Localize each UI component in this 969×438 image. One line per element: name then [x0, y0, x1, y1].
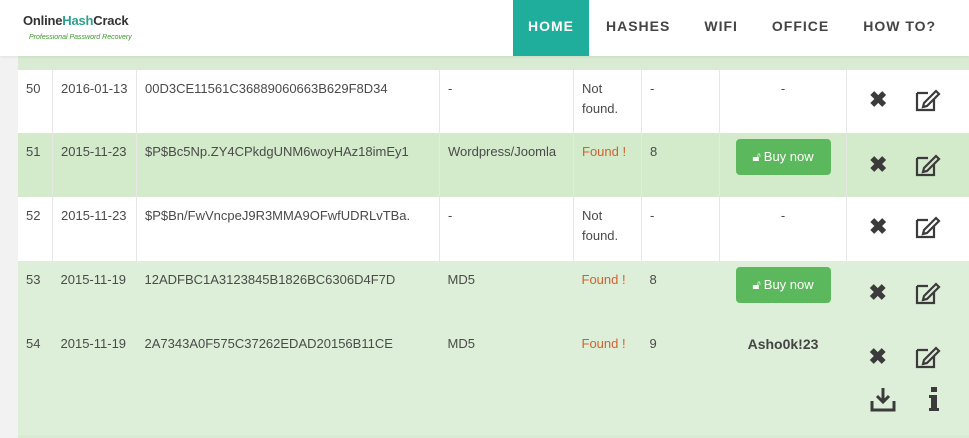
nav-home[interactable]: HOME — [513, 0, 589, 56]
row-id: 54 — [18, 325, 53, 435]
row-length: 8 — [641, 261, 720, 325]
delete-icon[interactable]: ✖ — [869, 216, 887, 238]
row-type: MD5 — [439, 325, 574, 435]
row-actions: ✖ — [846, 70, 969, 133]
row-length: - — [641, 70, 720, 133]
row-result: 🔓︎ Buy now — [719, 261, 847, 325]
table-row: 52 2015-11-23 $P$Bn/FwVncpeJ9R3MMA9OFwfU… — [18, 197, 969, 261]
row-hash: $P$Bn/FwVncpeJ9R3MMA9OFwfUDRLvTBa. — [136, 197, 440, 261]
row-type: - — [439, 197, 574, 261]
unlock-icon: 🔓︎ — [752, 149, 761, 164]
row-length: 9 — [641, 325, 720, 435]
logo-tagline: Professional Password Recovery — [29, 34, 132, 41]
nav-hashes[interactable]: HASHES — [589, 0, 687, 56]
table-row: 53 2015-11-19 12ADFBC1A3123845B1826BC630… — [18, 261, 969, 325]
row-date: 2015-11-23 — [52, 197, 137, 261]
row-date: 2015-11-19 — [52, 261, 137, 325]
nav-office[interactable]: OFFICE — [755, 0, 846, 56]
row-length: 8 — [641, 133, 720, 197]
row-status: Found ! — [573, 133, 642, 197]
row-actions: ✖ — [846, 261, 969, 325]
row-status: Not found. — [573, 197, 642, 261]
row-result: Asho0k!23 — [719, 325, 847, 435]
row-hash: $P$Bc5Np.ZY4CPkdgUNM6woyHAz18imEy1 — [136, 133, 440, 197]
row-actions: ✖ — [846, 133, 969, 197]
edit-icon[interactable] — [913, 213, 941, 241]
row-id: 53 — [18, 261, 53, 325]
nav-ai[interactable]: AI — [953, 0, 969, 56]
row-status: Found ! — [573, 325, 642, 435]
edit-icon[interactable] — [913, 343, 941, 371]
buy-now-button[interactable]: 🔓︎ Buy now — [735, 267, 831, 303]
row-actions: ✖ — [846, 197, 969, 261]
nav-wifi[interactable]: WIFI — [687, 0, 755, 56]
download-icon[interactable] — [869, 385, 897, 413]
row-result: - — [719, 70, 847, 133]
row-type: MD5 — [439, 261, 574, 325]
unlock-icon: 🔓︎ — [752, 277, 761, 292]
row-length: - — [641, 197, 720, 261]
row-actions: ✖ — [846, 325, 969, 435]
site-logo[interactable]: OnlineHashCrack Professional Password Re… — [23, 13, 132, 41]
row-status: Not found. — [573, 70, 642, 133]
row-date: 2016-01-13 — [52, 70, 137, 133]
delete-icon[interactable]: ✖ — [869, 154, 887, 176]
row-hash: 12ADFBC1A3123845B1826BC6306D4F7D — [136, 261, 440, 325]
row-type: - — [439, 70, 574, 133]
row-hash: 00D3CE11561C36889060663B629F8D34 — [136, 70, 440, 133]
main-nav: HOME HASHES WIFI OFFICE HOW TO? AI — [513, 0, 969, 56]
row-id: 52 — [18, 197, 53, 261]
row-type: Wordpress/Joomla — [439, 133, 574, 197]
info-icon[interactable] — [927, 386, 941, 412]
delete-icon[interactable]: ✖ — [869, 282, 887, 304]
table-row: 50 2016-01-13 00D3CE11561C36889060663B62… — [18, 70, 969, 133]
delete-icon[interactable]: ✖ — [869, 346, 887, 368]
edit-icon[interactable] — [913, 86, 941, 114]
row-date: 2015-11-23 — [52, 133, 137, 197]
row-hash: 2A7343A0F575C37262EDAD20156B11CE — [136, 325, 440, 435]
row-result: - — [719, 197, 847, 261]
table-row: 54 2015-11-19 2A7343A0F575C37262EDAD2015… — [18, 325, 969, 435]
hash-table: 50 2016-01-13 00D3CE11561C36889060663B62… — [18, 70, 969, 435]
edit-icon[interactable] — [913, 151, 941, 179]
nav-howto[interactable]: HOW TO? — [846, 0, 953, 56]
top-navbar: OnlineHashCrack Professional Password Re… — [0, 0, 969, 56]
row-id: 51 — [18, 133, 53, 197]
table-row: 51 2015-11-23 $P$Bc5Np.ZY4CPkdgUNM6woyHA… — [18, 133, 969, 197]
row-date: 2015-11-19 — [52, 325, 137, 435]
logo-text: OnlineHashCrack — [23, 13, 129, 28]
row-result: 🔓︎ Buy now — [719, 133, 847, 197]
delete-icon[interactable]: ✖ — [869, 89, 887, 111]
buy-now-button[interactable]: 🔓︎ Buy now — [735, 139, 831, 175]
row-id: 50 — [18, 70, 53, 133]
row-status: Found ! — [573, 261, 642, 325]
edit-icon[interactable] — [913, 279, 941, 307]
